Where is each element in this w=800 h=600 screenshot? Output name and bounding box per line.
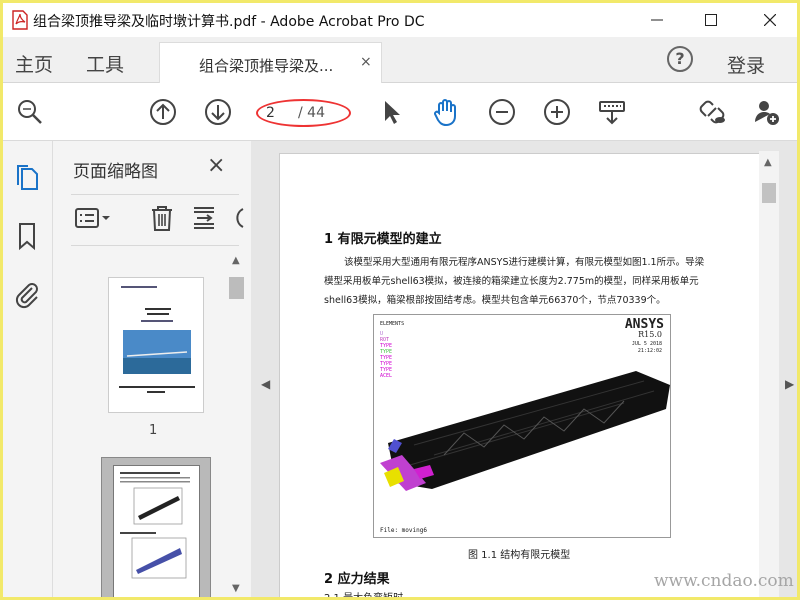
insert-page-icon bbox=[194, 207, 214, 229]
divider bbox=[71, 245, 239, 246]
page-thumbnails-icon[interactable] bbox=[12, 163, 42, 193]
figure-caption: 图 1.1 结构有限元模型 bbox=[468, 550, 571, 561]
help-button[interactable]: ? bbox=[667, 46, 693, 72]
tab-bar: 主页 工具 组合梁顶推导梁及... × ? 登录 bbox=[3, 37, 797, 83]
panel-scrollbar[interactable]: ▲ ▼ bbox=[227, 249, 246, 597]
page-number-box: / 44 bbox=[256, 99, 351, 127]
acrobat-logo-icon bbox=[12, 10, 28, 30]
thumbnail-panel: 页面缩略图 × 1 ▲ ▼ bbox=[53, 141, 251, 597]
section-heading-2: 2 应力结果 bbox=[324, 572, 390, 587]
document-tab-label: 组合梁顶推导梁及... bbox=[199, 57, 334, 75]
chevron-down-icon bbox=[102, 216, 110, 220]
document-area: ◀ ▶ 1 有限元模型的建立 该模型采用大型通用有限元程序ANSYS进行建模计算… bbox=[251, 141, 797, 597]
close-panel-icon[interactable]: × bbox=[207, 153, 225, 178]
thumbnail-options-menu[interactable] bbox=[75, 203, 111, 233]
scroll-mode-icon[interactable] bbox=[597, 97, 627, 127]
divider bbox=[71, 194, 239, 195]
paragraph-line: 该模型采用大型通用有限元程序ANSYS进行建模计算，有限元模型如图1.1所示。导… bbox=[344, 257, 705, 268]
select-cursor-icon[interactable] bbox=[376, 97, 406, 127]
collapse-left-arrow-icon[interactable]: ◀ bbox=[261, 377, 270, 391]
acrobat-window: 组合梁顶推导梁及临时墩计算书.pdf - Adobe Acrobat Pro D… bbox=[3, 3, 797, 597]
maximize-button[interactable] bbox=[688, 3, 734, 37]
thumbnail-page-number: 1 bbox=[149, 423, 158, 438]
page-total-label: / 44 bbox=[298, 105, 325, 121]
page-thumbnail-1[interactable] bbox=[108, 277, 204, 413]
close-tab-icon[interactable]: × bbox=[360, 54, 372, 70]
login-button[interactable]: 登录 bbox=[727, 51, 765, 78]
zoom-out-icon[interactable] bbox=[487, 97, 517, 127]
bookmarks-icon[interactable] bbox=[12, 221, 42, 251]
document-tab[interactable]: 组合梁顶推导梁及... × bbox=[159, 42, 382, 83]
rotate-icon bbox=[236, 208, 244, 228]
home-tab[interactable]: 主页 bbox=[15, 50, 53, 77]
attachments-icon[interactable] bbox=[12, 279, 42, 309]
page-number-input[interactable] bbox=[266, 105, 294, 121]
scroll-up-arrow-icon[interactable]: ▲ bbox=[232, 255, 240, 266]
panel-scrollbar-thumb[interactable] bbox=[229, 277, 244, 299]
title-bar: 组合梁顶推导梁及临时墩计算书.pdf - Adobe Acrobat Pro D… bbox=[3, 3, 797, 37]
previous-page-icon[interactable] bbox=[148, 97, 178, 127]
minimize-icon bbox=[651, 19, 663, 21]
page-thumbnail-2[interactable] bbox=[113, 465, 200, 597]
section-heading-1: 1 有限元模型的建立 bbox=[324, 232, 442, 247]
subsection-heading: 2.1 最大负弯矩时 bbox=[324, 589, 403, 597]
toolbar: / 44 bbox=[3, 83, 797, 141]
scroll-up-arrow-icon[interactable]: ▲ bbox=[764, 157, 772, 168]
paragraph-line: shell63模拟，箱梁根部按固结考虑。模型共包含单元66370个，节点7033… bbox=[324, 295, 666, 306]
add-user-icon[interactable] bbox=[752, 97, 782, 127]
maximize-icon bbox=[705, 14, 717, 26]
watermark-text: www.cndao.com bbox=[654, 571, 794, 591]
delete-page-button[interactable] bbox=[149, 203, 175, 233]
paragraph-line: 模型采用板单元shell63模拟，被连接的箱梁建立长度为2.775m的模型，同样… bbox=[324, 276, 699, 287]
scroll-down-arrow-icon[interactable]: ▼ bbox=[232, 583, 240, 594]
collapse-right-arrow-icon[interactable]: ▶ bbox=[785, 377, 794, 391]
hand-tool-icon[interactable] bbox=[431, 97, 461, 127]
panel-title: 页面缩略图 bbox=[73, 162, 158, 182]
left-rail bbox=[3, 141, 53, 597]
thumbnail-list: 1 bbox=[53, 249, 229, 597]
window-title: 组合梁顶推导梁及临时墩计算书.pdf - Adobe Acrobat Pro D… bbox=[33, 14, 425, 30]
document-scrollbar-thumb[interactable] bbox=[762, 183, 776, 203]
options-list-icon bbox=[75, 208, 99, 228]
minimize-button[interactable] bbox=[634, 3, 680, 37]
trash-icon bbox=[152, 206, 172, 231]
close-icon bbox=[764, 14, 776, 26]
next-page-icon[interactable] bbox=[203, 97, 233, 127]
close-window-button[interactable] bbox=[747, 3, 793, 37]
share-link-icon[interactable] bbox=[697, 97, 727, 127]
figure-file-label: File: moving6 bbox=[380, 527, 427, 534]
tools-tab[interactable]: 工具 bbox=[86, 50, 124, 77]
insert-page-button[interactable] bbox=[191, 203, 217, 233]
document-scrollbar[interactable]: ▲ bbox=[759, 151, 779, 597]
zoom-in-icon[interactable] bbox=[542, 97, 572, 127]
rotate-page-button[interactable] bbox=[231, 203, 245, 233]
ansys-model-figure: ELEMENTS U ROT TYPE TYPE TYPE TYPE TYPE … bbox=[373, 314, 671, 538]
finite-element-mesh bbox=[380, 371, 670, 491]
pdf-page: 1 有限元模型的建立 该模型采用大型通用有限元程序ANSYS进行建模计算，有限元… bbox=[279, 153, 761, 597]
search-zoom-icon[interactable] bbox=[15, 97, 45, 127]
